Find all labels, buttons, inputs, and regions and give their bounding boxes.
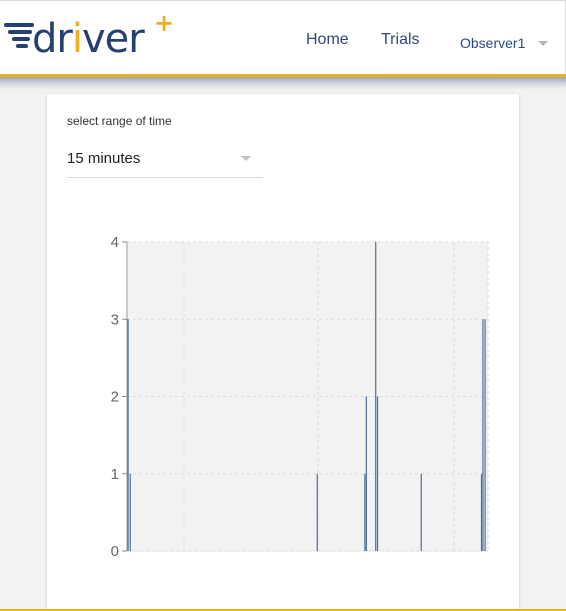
event-count-chart: 0 1 2 3 4 — [111, 234, 489, 560]
bar[interactable] — [364, 473, 366, 551]
y-tick-label: 1 — [111, 466, 119, 483]
y-tick-label: 4 — [111, 234, 119, 251]
bar[interactable] — [482, 319, 484, 551]
bar[interactable] — [484, 319, 486, 551]
bar[interactable] — [376, 396, 379, 552]
bar[interactable] — [480, 473, 483, 551]
bar[interactable] — [129, 473, 131, 551]
y-tick-label: 2 — [111, 389, 119, 406]
bar[interactable] — [316, 473, 318, 551]
bar[interactable] — [420, 473, 422, 551]
y-tick-label: 3 — [111, 311, 119, 328]
bar[interactable] — [365, 396, 367, 552]
bar[interactable] — [127, 319, 129, 551]
bar[interactable] — [375, 242, 377, 551]
y-tick-label: 0 — [111, 543, 119, 560]
